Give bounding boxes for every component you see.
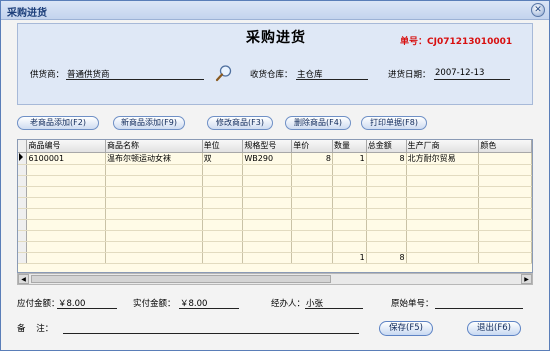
totals-row: 1 8: [18, 252, 532, 264]
supplier-field: 供货商： 普通供货商: [30, 68, 210, 82]
column-header[interactable]: 规格型号: [242, 140, 293, 153]
cell-manufacturer[interactable]: 北方耐尔贸易: [406, 152, 480, 165]
cell-unit[interactable]: 双: [202, 152, 244, 165]
scroll-left-icon[interactable]: ◀: [18, 274, 29, 284]
remark-label: 备 注：: [17, 324, 54, 334]
toolbar: 老商品添加(F2) 新商品添加(F9) 修改商品(F3) 删除商品(F4) 打印…: [17, 114, 533, 134]
search-icon[interactable]: [215, 64, 233, 82]
handler-field: 经办人： 小张: [271, 297, 381, 311]
column-header[interactable]: 商品名称: [105, 140, 203, 153]
cell-item-code[interactable]: 6100001: [26, 152, 106, 165]
row-indicator-header: [18, 140, 28, 153]
payable-label: 应付金额：: [17, 299, 60, 309]
cell-quantity[interactable]: 1: [332, 152, 367, 165]
table-row-empty: [18, 197, 532, 209]
table-row[interactable]: 6100001 温布尔顿运动女袜 双 WB290 8 1 8 北方耐尔贸易: [18, 152, 532, 165]
save-button[interactable]: 保存(F5): [379, 321, 433, 336]
handler-label: 经办人：: [271, 299, 306, 309]
items-table: 商品编号 商品名称 单位 规格型号 单价 数量 总金额 生产厂商 颜色 6100…: [18, 140, 532, 264]
cell-amount[interactable]: 8: [366, 152, 407, 165]
paid-label: 实付金额：: [133, 299, 176, 309]
column-header[interactable]: 生产厂商: [406, 140, 480, 153]
purchase-window: 采购进货 ✕ 采购进货 单号：CJ071213010001 供货商： 普通供货商…: [0, 0, 550, 351]
table-row-empty: [18, 219, 532, 231]
table-row-empty: [18, 230, 532, 242]
table-row-empty: [18, 164, 532, 176]
window-title: 采购进货: [7, 8, 47, 19]
header-panel: 采购进货 单号：CJ071213010001 供货商： 普通供货商 收货仓库： …: [17, 23, 533, 105]
add-old-item-button[interactable]: 老商品添加(F2): [17, 116, 99, 130]
scrollbar-thumb[interactable]: [31, 275, 331, 283]
cell-item-name[interactable]: 温布尔顿运动女袜: [105, 152, 203, 165]
print-button[interactable]: 打印单据(F8): [361, 116, 427, 130]
column-header[interactable]: 商品编号: [26, 140, 106, 153]
paid-field: 实付金额： ￥8.00: [133, 297, 253, 311]
current-row-indicator: [18, 152, 28, 165]
exit-button[interactable]: 退出(F6): [467, 321, 521, 336]
cell-price[interactable]: 8: [291, 152, 333, 165]
original-no-label: 原始单号：: [391, 299, 434, 309]
original-no-field: 原始单号：: [391, 297, 531, 311]
column-header[interactable]: 单价: [291, 140, 333, 153]
table-row-empty: [18, 175, 532, 187]
warehouse-field: 收货仓库： 主仓库: [250, 68, 380, 82]
warehouse-select[interactable]: 主仓库: [296, 68, 368, 80]
order-number-value: CJ071213010001: [427, 37, 513, 47]
edit-item-button[interactable]: 修改商品(F3): [207, 116, 273, 130]
column-header[interactable]: 颜色: [478, 140, 532, 153]
cell-spec[interactable]: WB290: [242, 152, 293, 165]
original-no-input[interactable]: [435, 297, 523, 309]
total-amount: 8: [366, 252, 407, 264]
add-new-item-button[interactable]: 新商品添加(F9): [113, 116, 185, 130]
paid-input[interactable]: ￥8.00: [179, 297, 239, 309]
date-field: 进货日期： 2007-12-13: [388, 68, 528, 82]
scroll-right-icon[interactable]: ▶: [521, 274, 532, 284]
column-header[interactable]: 总金额: [366, 140, 407, 153]
row-arrow-icon: [19, 153, 23, 161]
remark-field: 备 注：: [17, 322, 367, 336]
order-number-label: 单号：: [400, 37, 428, 47]
items-grid[interactable]: 商品编号 商品名称 单位 规格型号 单价 数量 总金额 生产厂商 颜色 6100…: [17, 139, 533, 273]
total-quantity: 1: [332, 252, 367, 264]
date-label: 进货日期：: [388, 70, 431, 80]
close-button[interactable]: ✕: [531, 3, 545, 17]
title-bar[interactable]: 采购进货 ✕: [1, 1, 549, 20]
delete-item-button[interactable]: 删除商品(F4): [285, 116, 351, 130]
cell-color[interactable]: [478, 152, 532, 165]
table-row-empty: [18, 186, 532, 198]
payable-field: 应付金额： ￥8.00: [17, 297, 127, 311]
order-number: 单号：CJ071213010001: [400, 34, 512, 47]
grid-header-row: 商品编号 商品名称 单位 规格型号 单价 数量 总金额 生产厂商 颜色: [18, 140, 532, 153]
handler-input[interactable]: 小张: [305, 297, 363, 309]
warehouse-label: 收货仓库：: [250, 70, 293, 80]
remark-input[interactable]: [63, 322, 359, 334]
date-input[interactable]: 2007-12-13: [434, 68, 510, 80]
column-header[interactable]: 单位: [202, 140, 244, 153]
table-row-empty: [18, 208, 532, 220]
supplier-input[interactable]: 普通供货商: [66, 68, 204, 80]
table-row-empty: [18, 241, 532, 253]
supplier-label: 供货商：: [30, 70, 65, 80]
column-header[interactable]: 数量: [332, 140, 367, 153]
payable-value: ￥8.00: [57, 297, 117, 309]
close-icon: ✕: [534, 5, 542, 15]
horizontal-scrollbar[interactable]: ◀ ▶: [17, 273, 533, 285]
